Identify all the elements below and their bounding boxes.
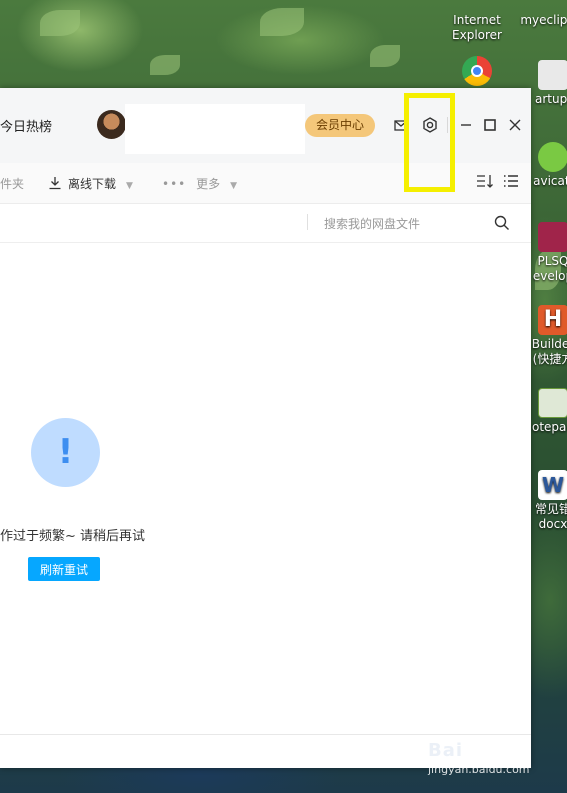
notepad-icon [538,388,567,418]
error-message: 作过于频繁~ 请稍后再试 [0,529,146,544]
avatar[interactable] [97,110,126,139]
more-label: 更多 [196,177,221,191]
more-dots-icon: ••• [162,177,187,191]
refresh-retry-button[interactable]: 刷新重试 [28,557,100,581]
hbuilder-icon: H [538,305,567,335]
word-icon: W [538,470,567,500]
more-button[interactable]: ••• 更多 ▼ [162,175,237,192]
watermark-logo-tail: 经验 [463,742,494,760]
wallpaper-leaf [150,55,180,75]
annotation-highlight-box [404,93,455,192]
desktop-icon-internet-explorer[interactable]: Internet Explorer [437,0,517,43]
database-icon [538,222,567,252]
watermark-logo: Bai [428,740,464,761]
gear-file-icon [538,60,567,90]
navicat-icon [538,142,567,172]
wallpaper-leaf [370,45,400,67]
download-icon [49,177,61,190]
wallpaper-leaf [40,10,80,36]
baidu-watermark: Bai经验 jingyan.baidu.com [428,740,530,776]
search-divider [307,214,308,230]
watermark-url: jingyan.baidu.com [428,763,530,776]
maximize-icon[interactable] [480,115,500,135]
tab-hot-list[interactable]: 今日热榜 [0,116,52,135]
username-area [125,104,305,154]
desktop-icon-label: Internet [453,13,501,27]
search-input[interactable] [322,213,486,235]
desktop-icon-myeclipse[interactable]: myeclips [507,0,567,28]
desktop-icon-label: Explorer [452,28,502,42]
alert-icon: ! [31,418,100,487]
footer-divider [0,734,531,735]
search-row [0,203,531,243]
vip-center-button[interactable]: 会员中心 [305,114,375,137]
sort-icon[interactable] [476,173,494,192]
new-folder-button[interactable]: 件夹 [0,175,24,192]
search-icon[interactable] [494,215,510,231]
offline-download-label: 离线下载 [68,177,117,191]
list-view-icon[interactable] [503,173,519,192]
chrome-icon [462,56,492,86]
wallpaper-leaf [260,8,304,36]
caret-down-icon: ▼ [230,181,237,191]
offline-download-button[interactable]: 离线下载 ▼ [48,175,133,192]
close-icon[interactable] [505,115,525,135]
minimize-icon[interactable] [456,115,476,135]
desktop-icon-chrome[interactable] [437,56,517,88]
netdisk-window: 今日热榜 会员中心 件夹 离线下载 ▼ ••• 更多 ▼ 搜索我的网盘文件 ! … [0,88,531,768]
caret-down-icon: ▼ [126,181,133,191]
desktop-icon-label: myeclips [520,13,567,27]
